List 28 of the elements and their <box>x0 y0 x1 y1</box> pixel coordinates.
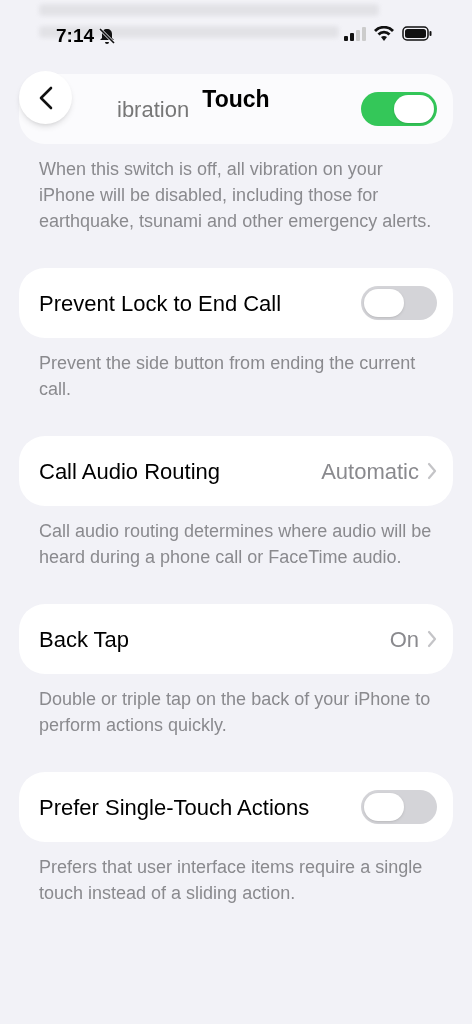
toggle-switch[interactable] <box>361 790 437 824</box>
bell-slash-icon <box>98 27 117 46</box>
settings-row[interactable]: Call Audio Routing Automatic <box>19 436 453 506</box>
row-value: On <box>389 625 419 654</box>
settings-row[interactable]: Prefer Single-Touch Actions <box>19 772 453 842</box>
footnote-text: Call audio routing determines where audio will be heard during a phone call or FaceTime audio. <box>38 520 433 569</box>
status-time: 7:14 <box>56 24 95 48</box>
row-label: Prefer Single-Touch Actions <box>39 793 310 822</box>
footnote-text: Double or triple tap on the back of your iPhone to perform actions quickly. <box>38 688 432 737</box>
row-value: Automatic <box>321 457 419 486</box>
footnote-text: Prefers that user interface items require a single touch instead of a sliding action. <box>38 856 424 905</box>
row-label: Back Tap <box>39 625 130 654</box>
row-label: Prevent Lock to End Call <box>39 289 282 318</box>
chevron-icon <box>427 462 437 480</box>
footnote-text: When this switch is off, all vibration on your iPhone will be disabled, including those for earthquake, tsunami and other emergency alerts. <box>38 158 433 233</box>
battery-icon <box>402 26 432 41</box>
settings-row[interactable]: Back Tap On <box>19 604 453 674</box>
chevron-icon <box>427 630 437 648</box>
wifi-icon <box>374 26 394 41</box>
row-label: Call Audio Routing <box>39 457 220 486</box>
page-title: Touch <box>202 85 270 114</box>
settings-row[interactable]: Prevent Lock to End Call <box>19 268 453 338</box>
toggle-switch[interactable] <box>361 92 437 126</box>
signal-icon <box>344 26 366 41</box>
row-label: ibration <box>117 95 190 124</box>
back-chevron-icon <box>38 85 53 110</box>
toggle-switch[interactable] <box>361 286 437 320</box>
footnote-text: Prevent the side button from ending the current call. <box>38 352 417 401</box>
